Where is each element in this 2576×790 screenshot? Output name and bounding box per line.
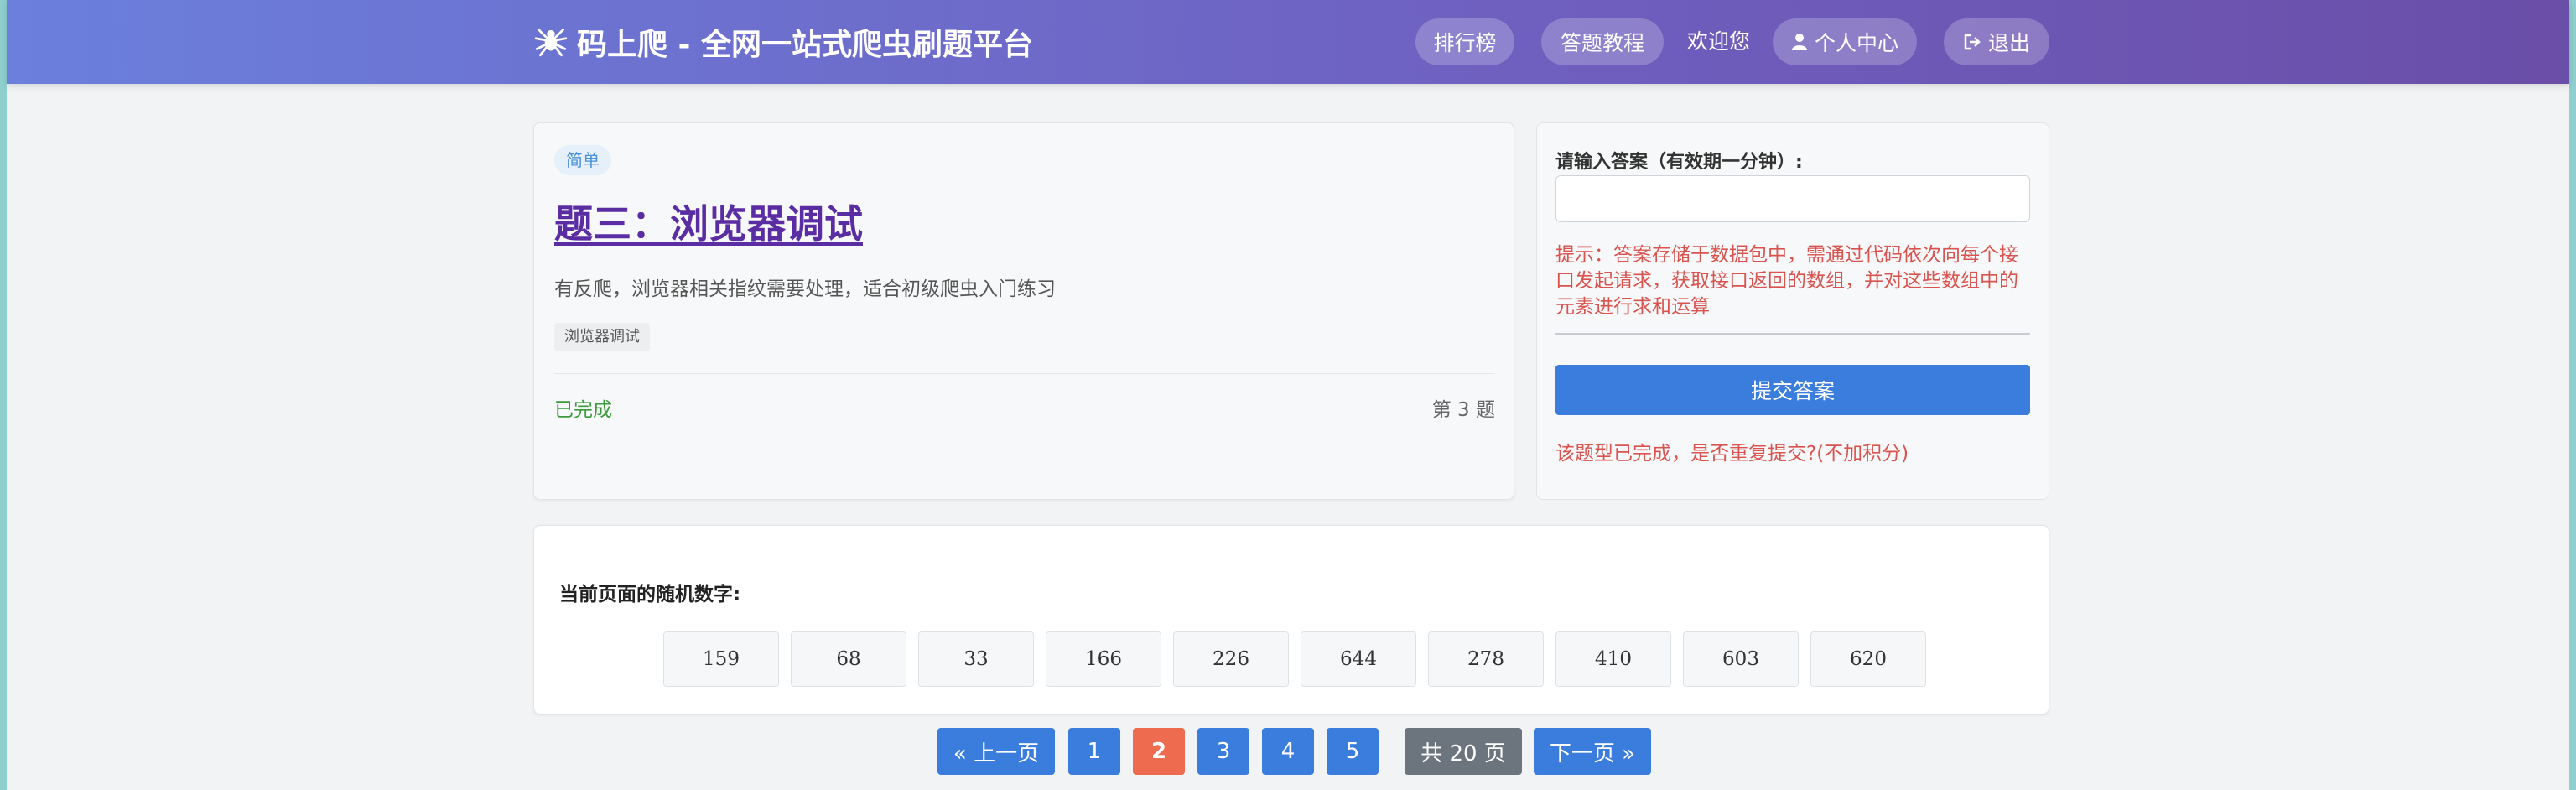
answer-hint: 提示：答案存储于数据包中，需通过代码依次向每个接口发起请求，获取接口返回的数组，…: [1555, 244, 2018, 318]
tutorial-link[interactable]: 答题教程: [1541, 18, 1664, 65]
top-navbar: 码上爬 - 全网一站式爬虫刷题平台 排行榜 答题教程 欢迎您 个人中心 退出: [7, 0, 2569, 84]
prev-page-button[interactable]: « 上一页: [937, 728, 1055, 775]
difficulty-badge: 简单: [554, 145, 611, 175]
random-numbers-card: 当前页面的随机数字: 159 68 33 166 226 644 278 410…: [533, 525, 2049, 715]
page-button-2-current[interactable]: 2: [1133, 728, 1185, 775]
pagination: « 上一页 1 2 3 4 5 共 20 页 下一页 »: [7, 728, 2569, 775]
question-tag: 浏览器调试: [554, 323, 650, 351]
total-pages-badge: 共 20 页: [1405, 728, 1522, 775]
page-button-3[interactable]: 3: [1197, 728, 1249, 775]
page-button-5[interactable]: 5: [1327, 728, 1379, 775]
question-number: 第 3 题: [1431, 399, 1495, 421]
answer-input[interactable]: [1555, 175, 2030, 222]
answer-label: 请输入答案（有效期一分钟）:: [1555, 152, 1803, 173]
welcome-text: 欢迎您: [1687, 29, 1751, 54]
answer-divider: [1555, 333, 2030, 335]
user-icon: [1791, 34, 1807, 50]
logout-label: 退出: [1987, 31, 2030, 55]
random-number: 278: [1428, 631, 1544, 687]
random-number: 166: [1046, 631, 1161, 687]
answer-card: 请输入答案（有效期一分钟）: 提示：答案存储于数据包中，需通过代码依次向每个接口…: [1536, 122, 2049, 500]
submit-answer-button[interactable]: 提交答案: [1555, 365, 2030, 415]
random-number: 603: [1683, 631, 1799, 687]
random-number: 33: [918, 631, 1034, 687]
logout-link[interactable]: 退出: [1944, 18, 2049, 65]
next-page-button[interactable]: 下一页 »: [1534, 728, 1651, 775]
card-divider: [554, 373, 1495, 374]
header-nav: 排行榜 答题教程 欢迎您 个人中心 退出: [7, 18, 2569, 65]
profile-link[interactable]: 个人中心: [1773, 18, 1917, 65]
random-numbers-list: 159 68 33 166 226 644 278 410 603 620: [663, 631, 1926, 687]
random-number: 226: [1173, 631, 1289, 687]
random-numbers-label: 当前页面的随机数字:: [559, 584, 741, 605]
random-number: 68: [791, 631, 906, 687]
profile-label: 个人中心: [1814, 31, 1898, 55]
page-button-1[interactable]: 1: [1068, 728, 1120, 775]
random-number: 620: [1810, 631, 1926, 687]
random-number: 644: [1301, 631, 1416, 687]
question-description: 有反爬，浏览器相关指纹需要处理，适合初级爬虫入门练习: [554, 278, 1056, 300]
random-number: 159: [663, 631, 779, 687]
question-card: 简单 题三：浏览器调试 有反爬，浏览器相关指纹需要处理，适合初级爬虫入门练习 浏…: [533, 122, 1514, 500]
question-title-link[interactable]: 题三：浏览器调试: [554, 194, 863, 249]
random-number: 410: [1555, 631, 1671, 687]
page-button-4[interactable]: 4: [1262, 728, 1314, 775]
resubmit-warning: 该题型已完成，是否重复提交?(不加积分): [1555, 443, 1909, 465]
ranking-link[interactable]: 排行榜: [1415, 18, 1514, 65]
completion-status: 已完成: [554, 399, 612, 421]
sign-out-icon: [1964, 34, 1981, 50]
